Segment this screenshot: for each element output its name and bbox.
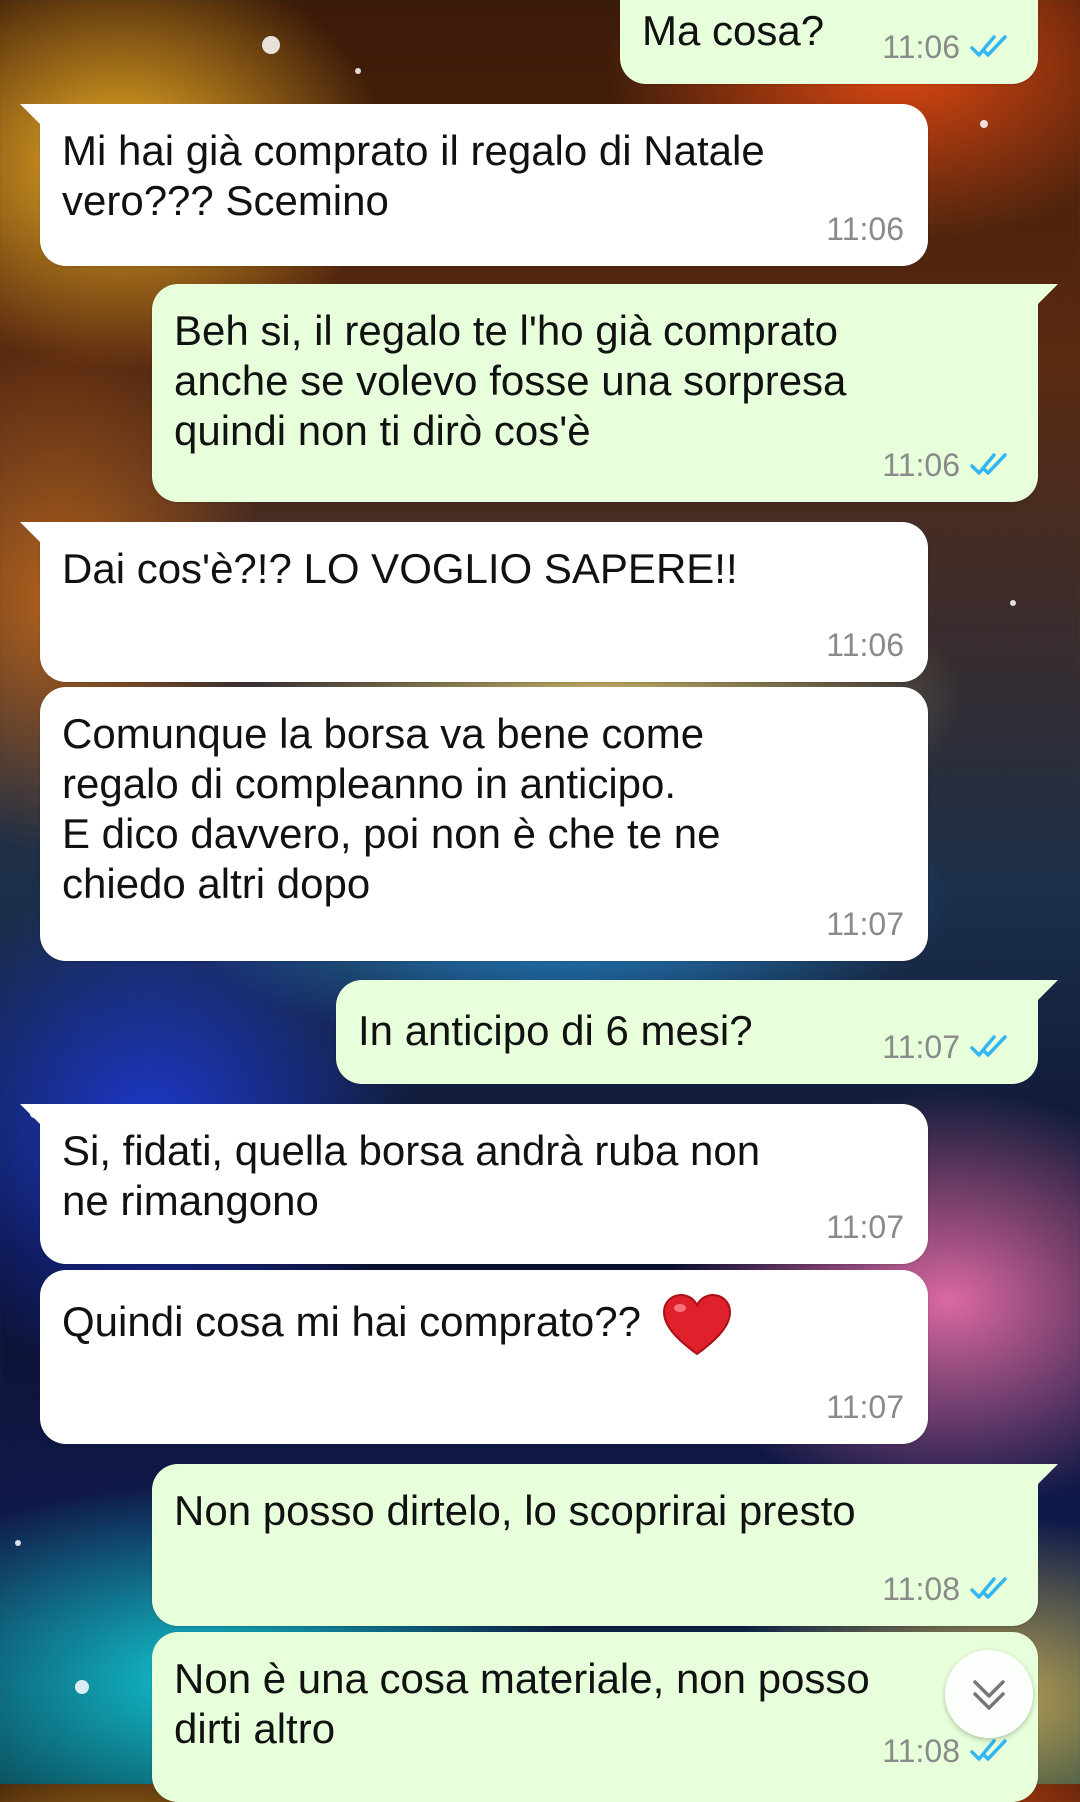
message-meta: 11:07 xyxy=(826,1202,904,1252)
double-check-read-icon xyxy=(970,453,1007,475)
message-text: Si, fidati, quella borsa andrà ruba non … xyxy=(62,1127,761,1224)
message-text: Quindi cosa mi hai comprato?? xyxy=(62,1298,641,1346)
message-time: 11:06 xyxy=(826,211,904,247)
message-time: 11:07 xyxy=(826,1209,904,1245)
double-check-read-icon xyxy=(970,1739,1007,1761)
message-meta: 11:07 xyxy=(882,1022,1014,1072)
message-time: 11:07 xyxy=(882,1029,960,1065)
message-bubble-outgoing[interactable]: Ma cosa? 11:06 xyxy=(620,0,1038,84)
message-text: Ma cosa? xyxy=(642,7,825,54)
message-text: Non posso dirtelo, lo scoprirai presto xyxy=(174,1487,856,1534)
double-check-read-icon xyxy=(970,1035,1007,1057)
message-text: Dai cos'è?!? LO VOGLIO SAPERE!! xyxy=(62,545,738,592)
message-text: Non è una cosa materiale, non posso dirt… xyxy=(174,1655,870,1752)
message-meta: 11:06 xyxy=(882,440,1014,490)
message-meta: 11:06 xyxy=(826,204,904,254)
message-bubble-outgoing[interactable]: In anticipo di 6 mesi? 11:07 xyxy=(336,980,1058,1084)
red-heart-icon xyxy=(662,1293,731,1356)
message-meta: 11:08 xyxy=(882,1564,1014,1614)
message-bubble-incoming[interactable]: Si, fidati, quella borsa andrà ruba non … xyxy=(20,1104,928,1264)
message-meta: 11:07 xyxy=(826,899,904,949)
message-bubble-outgoing[interactable]: Non è una cosa materiale, non posso dirt… xyxy=(152,1632,1038,1802)
message-time: 11:06 xyxy=(882,447,960,483)
message-time: 11:07 xyxy=(826,906,904,942)
message-bubble-incoming[interactable]: Mi hai già comprato il regalo di Natale … xyxy=(20,104,928,266)
message-text: In anticipo di 6 mesi? xyxy=(358,1007,753,1054)
message-text: Beh si, il regalo te l'ho già comprato a… xyxy=(174,307,847,454)
message-meta: 11:07 xyxy=(826,1382,904,1432)
double-check-read-icon xyxy=(970,1577,1007,1599)
message-text: Comunque la borsa va bene come regalo di… xyxy=(62,710,721,907)
double-chevron-down-icon xyxy=(973,1680,1005,1710)
message-time: 11:07 xyxy=(826,1389,904,1425)
message-bubble-incoming[interactable]: Quindi cosa mi hai comprato?? 11:07 xyxy=(40,1270,928,1444)
scroll-to-bottom-button[interactable] xyxy=(945,1650,1033,1738)
message-bubble-incoming[interactable]: Comunque la borsa va bene come regalo di… xyxy=(40,687,928,961)
message-time: 11:06 xyxy=(882,29,960,65)
message-text: Mi hai già comprato il regalo di Natale … xyxy=(62,127,765,224)
message-bubble-outgoing[interactable]: Beh si, il regalo te l'ho già comprato a… xyxy=(152,284,1058,502)
message-meta: 11:06 xyxy=(882,22,1014,72)
double-check-read-icon xyxy=(970,35,1007,57)
message-time: 11:06 xyxy=(826,627,904,663)
message-bubble-outgoing[interactable]: Non posso dirtelo, lo scoprirai presto 1… xyxy=(152,1464,1058,1626)
message-time: 11:08 xyxy=(882,1571,960,1607)
message-meta: 11:06 xyxy=(826,620,904,670)
message-bubble-incoming[interactable]: Dai cos'è?!? LO VOGLIO SAPERE!! 11:06 xyxy=(20,522,928,682)
message-time: 11:08 xyxy=(882,1733,960,1769)
